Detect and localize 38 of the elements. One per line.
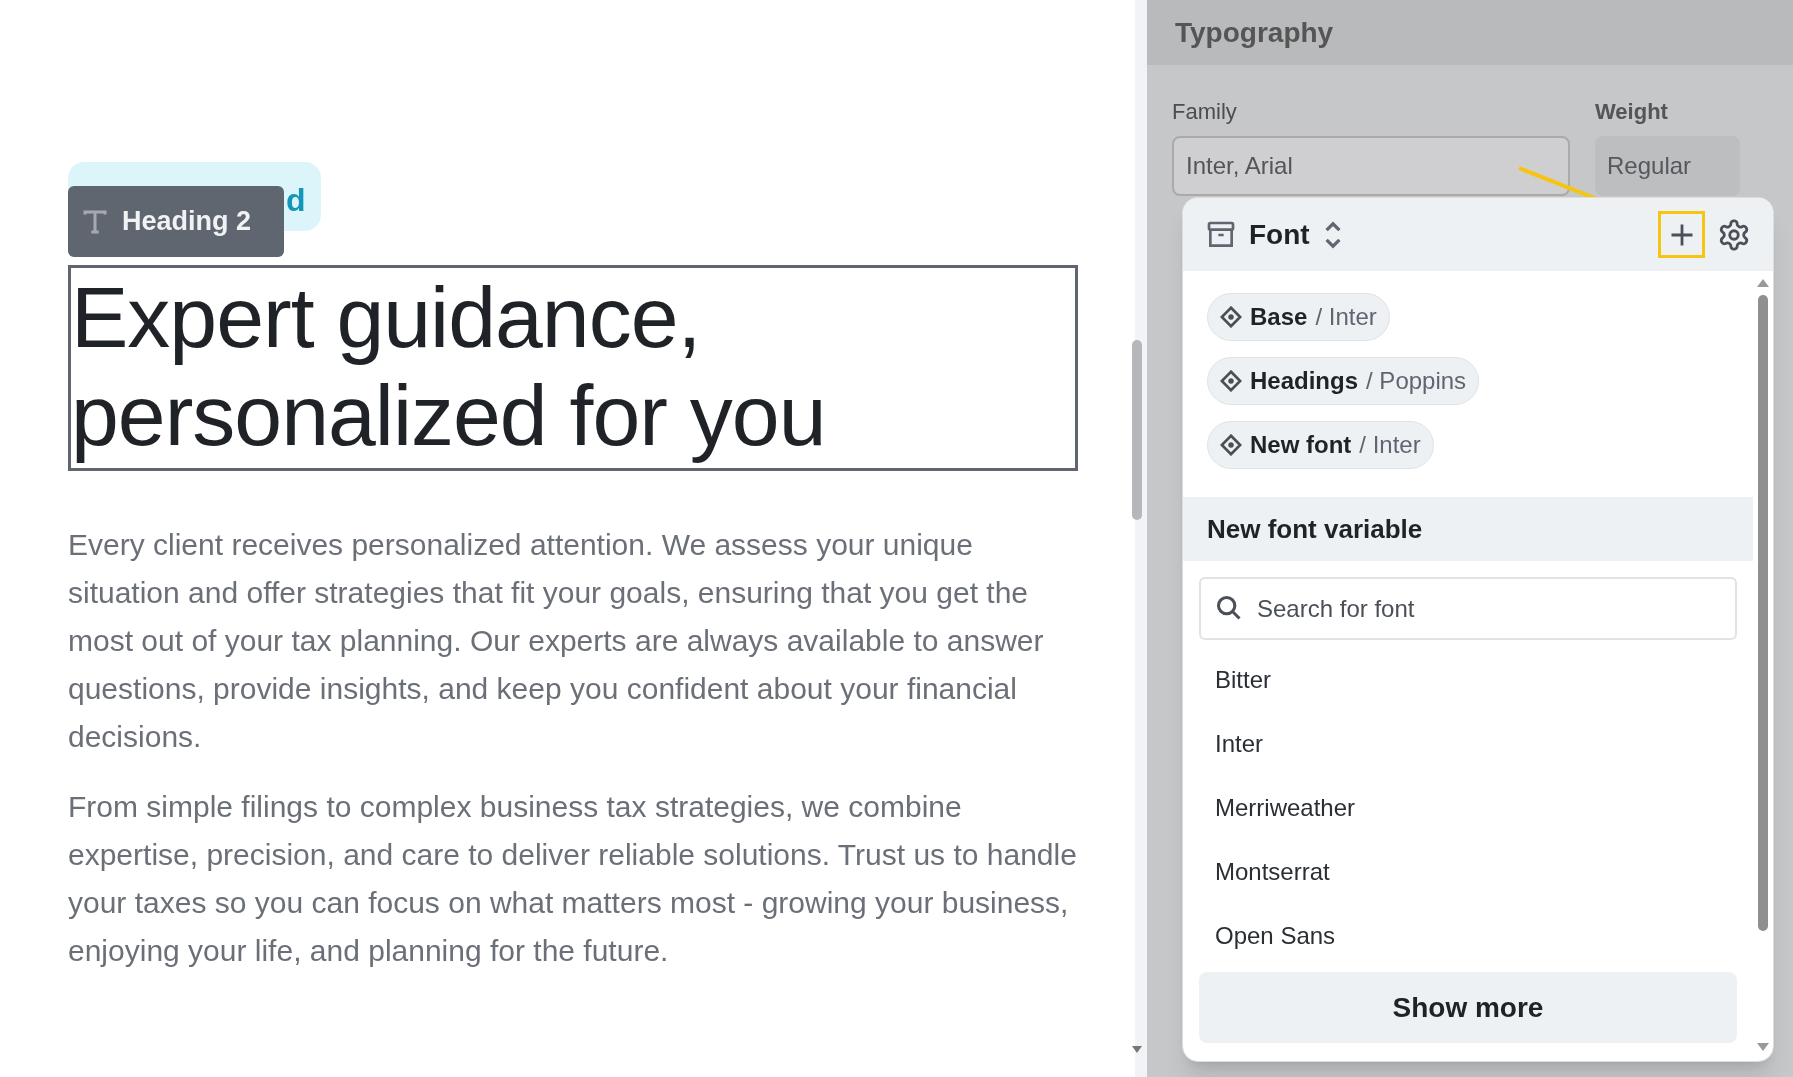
family-field[interactable]: Inter, Arial — [1172, 136, 1570, 196]
variable-name: Base — [1250, 302, 1308, 332]
panel-title: Typography — [1175, 15, 1334, 50]
weight-select[interactable]: Regular — [1595, 136, 1740, 196]
popover-title: Font — [1249, 217, 1310, 252]
settings-icon[interactable] — [1717, 217, 1751, 252]
field-label: Weight — [1595, 98, 1669, 126]
scrollbar-thumb[interactable] — [1758, 295, 1768, 931]
search-field[interactable]: Search for font — [1199, 577, 1737, 640]
variable-name: Headings — [1250, 366, 1359, 396]
diamond-icon — [1220, 306, 1242, 328]
section-title: New font variable — [1207, 512, 1423, 546]
add-button[interactable] — [1658, 211, 1705, 258]
scroll-down-icon[interactable] — [1757, 1043, 1769, 1051]
scrollbar-thumb[interactable] — [1132, 340, 1142, 520]
font-variable-chip[interactable]: Base / Inter — [1207, 293, 1390, 341]
heading[interactable]: Expert guidance, personalized for you — [68, 265, 1078, 471]
font-option[interactable]: Bitter — [1183, 648, 1753, 712]
diamond-icon — [1220, 370, 1242, 392]
scroll-down-icon[interactable] — [1132, 1046, 1142, 1053]
font-variable-chip[interactable]: New font / Inter — [1207, 421, 1434, 469]
paragraph: From simple filings to complex business tax strategies, we combine expertise, precision, and care to deliver reliable solutions. Trust us to handle your taxes so you can focus on what matters most - growing your business, enjoying your life, and planning for the future. — [68, 789, 1078, 969]
block-label[interactable]: Heading 2 — [68, 186, 284, 257]
scroll-up-icon[interactable] — [1757, 279, 1769, 287]
font-option[interactable]: Inter — [1183, 712, 1753, 776]
font-option[interactable]: Merriweather — [1183, 776, 1753, 840]
diamond-icon — [1220, 434, 1242, 456]
field-label: Family — [1172, 98, 1238, 126]
font-option[interactable]: Montserrat — [1183, 840, 1753, 904]
variable-font: / Inter — [1315, 302, 1377, 332]
show-more-button[interactable]: Show more — [1199, 972, 1737, 1043]
font-option[interactable]: Open Sans — [1183, 904, 1753, 968]
search-icon — [1215, 594, 1243, 622]
variable-font: / Poppins — [1366, 366, 1467, 396]
variable-font: / Inter — [1359, 430, 1421, 460]
font-variable-chip[interactable]: Headings / Poppins — [1207, 357, 1480, 405]
variable-name: New font — [1250, 430, 1352, 460]
paragraph: Every client receives personalized attention. We assess your unique situation and offer strategies that fit your goals, ensuring that you get the most out of your tax planning. Our experts are always available to answer questions, provide insights, and keep you confident about your financial decisions. — [68, 527, 1045, 755]
